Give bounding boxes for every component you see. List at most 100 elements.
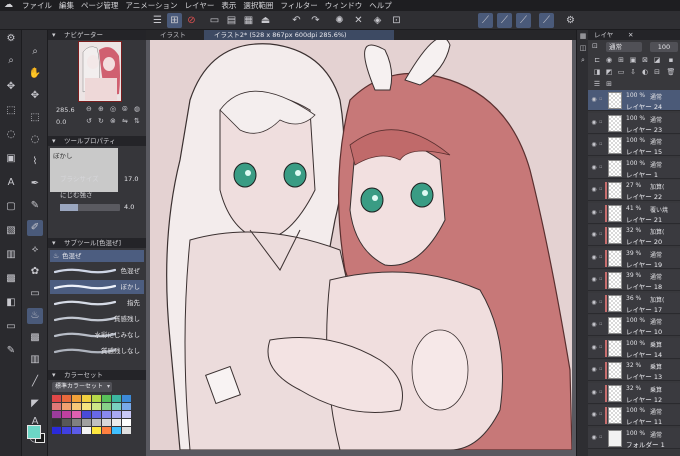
color-swatch[interactable]	[112, 411, 121, 418]
rotate-left-icon[interactable]: ↺	[86, 117, 92, 125]
chevron-down-icon[interactable]: ▾	[52, 370, 56, 380]
brush-item[interactable]: ぼかし	[50, 280, 144, 294]
pen-tool-icon[interactable]: ⟋	[516, 13, 531, 28]
menu-filter[interactable]: フィルター	[280, 0, 324, 11]
open-icon[interactable]: ▤	[224, 13, 239, 28]
chevron-down-icon[interactable]: ▾	[52, 30, 56, 40]
eye-icon[interactable]: ◉	[590, 344, 598, 352]
selection-icon[interactable]: ⬚	[3, 104, 19, 118]
layer-row[interactable]: ◉ ▫ 100 % 通常 レイヤー 10	[588, 315, 680, 336]
main-color-swatch[interactable]	[27, 425, 41, 439]
layer-row[interactable]: ◉ ▫ 100 % 乗算 レイヤー 14	[588, 337, 680, 359]
color-swatch[interactable]	[92, 427, 101, 434]
eye-icon[interactable]: ◉	[590, 186, 598, 194]
layer-row[interactable]: ◉ ▫ 27 % 加算(レイヤー 22	[588, 180, 680, 201]
app-logo-icon[interactable]: ☁	[4, 1, 14, 10]
chevron-down-icon[interactable]: ▾	[52, 136, 56, 146]
menu-window[interactable]: ウィンドウ	[325, 0, 370, 11]
frame-icon[interactable]: ▢	[3, 200, 19, 214]
figure-icon[interactable]: ◧	[3, 296, 19, 310]
color-swatch[interactable]	[72, 419, 81, 426]
layer-row[interactable]: ◉ ▫ 32 % 乗算 レイヤー 12	[588, 382, 680, 404]
color-swatch[interactable]	[52, 419, 61, 426]
eye-icon[interactable]: ◉	[590, 411, 598, 419]
color-swatch[interactable]	[82, 427, 91, 434]
merge-icon[interactable]: ⇩	[628, 67, 638, 77]
menu-selection[interactable]: 選択範囲	[243, 0, 280, 11]
eye-icon[interactable]: ◉	[590, 389, 598, 397]
brush-item[interactable]: 指先	[50, 296, 144, 310]
blur-strength-slider[interactable]	[60, 204, 120, 211]
new-vector-layer-icon[interactable]: ◩	[604, 67, 614, 77]
artwork-illustration[interactable]	[150, 40, 573, 451]
eye-icon[interactable]: ◉	[590, 276, 598, 284]
draft-icon[interactable]: ⊞	[616, 55, 626, 65]
layer-row[interactable]: ◉ ▫ 36 % 加算(レイヤー 17	[588, 292, 680, 314]
color-swatch[interactable]	[112, 419, 121, 426]
gradient-icon[interactable]: ▥	[27, 352, 43, 368]
layer-row[interactable]: ◉ ▫ 100 % 通常 レイヤー 24	[588, 90, 680, 111]
layer-row[interactable]: ◉ ▫ 100 % 通常 フォルダー 1	[588, 427, 680, 449]
blend-icon[interactable]: ♨	[27, 308, 43, 324]
navigator-thumbnail[interactable]	[78, 41, 122, 102]
airbrush-icon[interactable]: ⟡	[27, 242, 43, 258]
eraser-icon[interactable]: ▭	[3, 320, 19, 334]
ruler-icon[interactable]: ▧	[3, 224, 19, 238]
lock-icon[interactable]: ⊡	[592, 42, 598, 50]
expand-icon[interactable]: ⊞	[604, 79, 614, 89]
lock-icon[interactable]: ▫	[599, 164, 605, 172]
color-swatch[interactable]	[102, 403, 111, 410]
color-swatch[interactable]	[122, 403, 131, 410]
fill-icon[interactable]: ▩	[3, 272, 19, 286]
color-swatch[interactable]	[122, 427, 131, 434]
gradient-icon[interactable]: ▥	[3, 248, 19, 262]
layer-property-icon[interactable]: ◫	[578, 44, 588, 54]
clear-icon[interactable]: ✕	[351, 13, 366, 28]
delete-layer-icon[interactable]: 🗑	[666, 67, 676, 77]
lock-icon[interactable]: ⊠	[640, 55, 650, 65]
undo-icon[interactable]: ↶	[289, 13, 304, 28]
hand-icon[interactable]: ✋	[27, 66, 43, 82]
zoom-out-icon[interactable]: ⊖	[86, 105, 92, 113]
lock-icon[interactable]: ▫	[599, 96, 605, 104]
pen-tool-icon[interactable]: ⟋	[539, 13, 554, 28]
move-icon[interactable]: ✥	[27, 88, 43, 104]
lasso-icon[interactable]: ◌	[3, 128, 19, 142]
menu-icon[interactable]: ☰	[150, 13, 165, 28]
sub-tool-group-tab[interactable]: 色混ぜ ♨	[50, 250, 144, 262]
chevron-down-icon[interactable]: ▾	[52, 238, 56, 248]
color-icon[interactable]: ▪	[666, 55, 676, 65]
fit-window-icon[interactable]: ◍	[134, 105, 140, 113]
fit-icon[interactable]: ◎	[110, 105, 116, 113]
layer-row[interactable]: ◉ ▫ 39 % 通常 レイヤー 18	[588, 270, 680, 291]
eraser-icon[interactable]: ▭	[27, 286, 43, 302]
rotation-value[interactable]: 0.0	[56, 118, 66, 126]
tab-layer[interactable]: レイヤ	[594, 30, 613, 40]
color-swatch[interactable]	[72, 403, 81, 410]
layer-row[interactable]: ◉ ▫ 100 % 通常 レイヤー 23	[588, 112, 680, 134]
menu-animation[interactable]: アニメーション	[125, 0, 184, 11]
reset-rotation-icon[interactable]: ⊗	[110, 117, 116, 125]
color-swatch[interactable]	[72, 395, 81, 402]
layer-panel-icon[interactable]: ▦	[578, 32, 588, 42]
mask-icon[interactable]: ◪	[652, 55, 662, 65]
lock-icon[interactable]: ▫	[599, 119, 605, 127]
layer-move-icon[interactable]: ▣	[3, 152, 19, 166]
color-swatch[interactable]	[112, 395, 121, 402]
eye-icon[interactable]: ◉	[590, 209, 598, 217]
frame-icon[interactable]: ◤	[27, 396, 43, 412]
color-set-select[interactable]: 標準カラーセット ▾	[52, 382, 112, 392]
color-swatch[interactable]	[72, 411, 81, 418]
menu-edit[interactable]: 編集	[59, 0, 81, 11]
new-canvas-icon[interactable]: ▭	[207, 13, 222, 28]
blend-mode-select[interactable]: 通常	[606, 42, 642, 52]
menu-help[interactable]: ヘルプ	[369, 0, 399, 11]
blur-strength-slider-row[interactable]: 4.0	[50, 202, 144, 212]
mask-add-icon[interactable]: ◐	[640, 67, 650, 77]
layer-row[interactable]: ◉ ▫ 32 % 乗算 レイヤー 13	[588, 360, 680, 381]
color-swatch[interactable]	[62, 403, 71, 410]
eye-icon[interactable]: ◉	[590, 164, 598, 172]
blur-strength-row[interactable]: にじむ強さ	[50, 190, 144, 200]
color-swatch[interactable]	[72, 427, 81, 434]
color-swatch[interactable]	[102, 427, 111, 434]
